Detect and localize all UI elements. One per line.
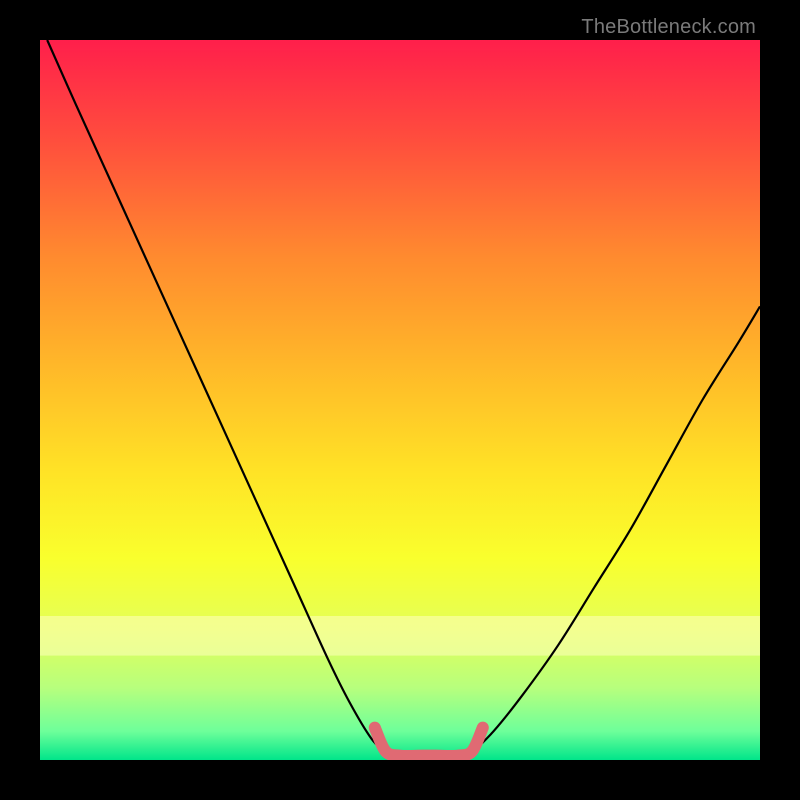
chart-plot-area [40, 40, 760, 760]
chart-bright-band [40, 616, 760, 656]
watermark-text: TheBottleneck.com [581, 16, 756, 39]
chart-svg [40, 40, 760, 760]
chart-frame: TheBottleneck.com [0, 0, 800, 800]
